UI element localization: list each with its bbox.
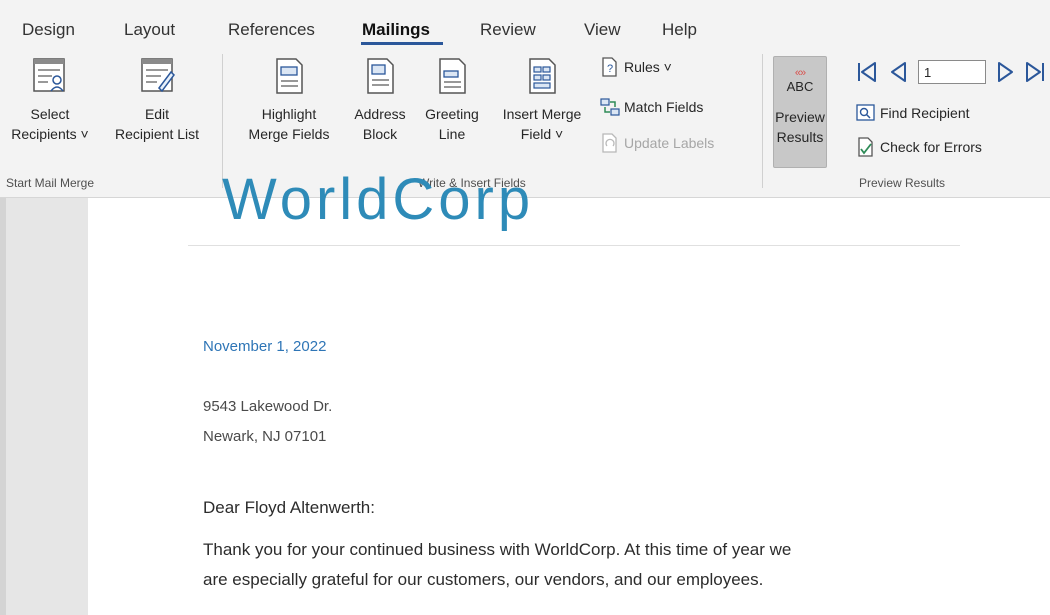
greeting-line-button[interactable]: Greeting Line — [416, 56, 488, 144]
select-recipients-label-2: Recipients ˅ — [11, 126, 89, 142]
address-block-button[interactable]: Address Block — [346, 56, 414, 144]
next-record-icon[interactable] — [996, 60, 1016, 84]
select-recipients-label-1: Select — [30, 106, 70, 122]
preview-label-1: Preview — [775, 109, 825, 125]
highlight-merge-fields-button[interactable]: Highlight Merge Fields — [236, 56, 342, 144]
select-recipients-icon — [33, 58, 65, 92]
insert-merge-field-button[interactable]: Insert Merge Field ˅ — [490, 56, 594, 144]
greeting-line-icon — [439, 58, 466, 94]
update-labels-button[interactable]: Update Labels — [600, 132, 714, 154]
letter-greeting: Dear Floyd Altenwerth: — [203, 498, 375, 517]
document-page[interactable]: WorldCorp November 1, 2022 9543 Lakewood… — [88, 167, 1050, 615]
edit-recipient-label-1: Edit — [144, 106, 170, 122]
rules-icon: ? — [602, 57, 617, 77]
rules-label: Rules ˅ — [624, 59, 672, 75]
document-area: WorldCorp November 1, 2022 9543 Lakewood… — [0, 167, 1050, 615]
update-labels-label: Update Labels — [624, 135, 715, 151]
match-fields-icon — [600, 98, 620, 116]
previous-record-icon[interactable] — [888, 60, 908, 84]
tab-design[interactable]: Design — [22, 20, 75, 40]
group-label-start-mail-merge: Start Mail Merge — [6, 176, 95, 190]
address-block-icon — [367, 58, 394, 94]
preview-results-button[interactable]: «» ABC Preview Results — [773, 56, 827, 168]
letter-body-line-2: are especially grateful for our customer… — [203, 570, 764, 589]
tab-help[interactable]: Help — [662, 20, 697, 40]
address-line-2: Newark, NJ 07101 — [203, 428, 327, 445]
check-errors-icon — [858, 137, 873, 157]
tab-view[interactable]: View — [584, 20, 621, 40]
highlight-label-2: Merge Fields — [248, 126, 330, 142]
abc-label: ABC — [786, 79, 814, 94]
company-logo: WorldCorp — [222, 167, 535, 232]
last-record-icon[interactable] — [1024, 60, 1046, 84]
insert-merge-label-2: Field ˅ — [520, 126, 564, 142]
svg-text:?: ? — [607, 63, 613, 75]
edit-list-icon — [141, 58, 175, 93]
greeting-label-2: Line — [438, 126, 466, 142]
group-divider — [762, 54, 763, 188]
left-margin-strip — [0, 198, 6, 615]
insert-merge-field-icon — [529, 58, 556, 94]
find-recipient-icon — [856, 104, 875, 121]
tab-review[interactable]: Review — [480, 20, 536, 40]
tab-references[interactable]: References — [228, 20, 315, 40]
letter-body-line-1: Thank you for your continued business wi… — [203, 540, 792, 559]
highlight-label-1: Highlight — [261, 106, 317, 122]
address-label-2: Block — [362, 126, 398, 142]
letter-date: November 1, 2022 — [203, 338, 327, 355]
first-record-icon[interactable] — [856, 60, 878, 84]
address-line-1: 9543 Lakewood Dr. — [203, 398, 333, 415]
group-label-preview-results: Preview Results — [859, 176, 946, 190]
select-recipients-button[interactable]: Select Recipients ˅ — [0, 56, 100, 144]
preview-label-2: Results — [776, 129, 824, 145]
check-errors-button[interactable]: Check for Errors — [856, 136, 982, 158]
preview-chevrons-icon: «» — [794, 67, 806, 79]
tab-layout[interactable]: Layout — [124, 20, 175, 40]
rules-button[interactable]: ? Rules ˅ — [600, 56, 672, 78]
edit-recipient-label-2: Recipient List — [114, 126, 200, 142]
match-fields-label: Match Fields — [624, 99, 704, 115]
tab-mailings[interactable]: Mailings — [362, 20, 430, 40]
active-tab-indicator — [361, 42, 443, 45]
edit-recipient-list-button[interactable]: Edit Recipient List — [104, 56, 210, 144]
address-label-1: Address — [354, 106, 406, 122]
ribbon-tabs: Design Layout References Mailings Review… — [0, 0, 1050, 46]
find-recipient-label: Find Recipient — [880, 105, 970, 121]
insert-merge-label-1: Insert Merge — [502, 106, 582, 122]
header-divider — [188, 245, 960, 246]
match-fields-button[interactable]: Match Fields — [600, 96, 703, 118]
update-labels-icon — [602, 133, 617, 153]
find-recipient-button[interactable]: Find Recipient — [856, 102, 970, 124]
record-number-input[interactable] — [918, 60, 986, 84]
greeting-label-1: Greeting — [425, 106, 479, 122]
highlight-fields-icon — [276, 58, 303, 94]
check-errors-label: Check for Errors — [880, 139, 982, 155]
